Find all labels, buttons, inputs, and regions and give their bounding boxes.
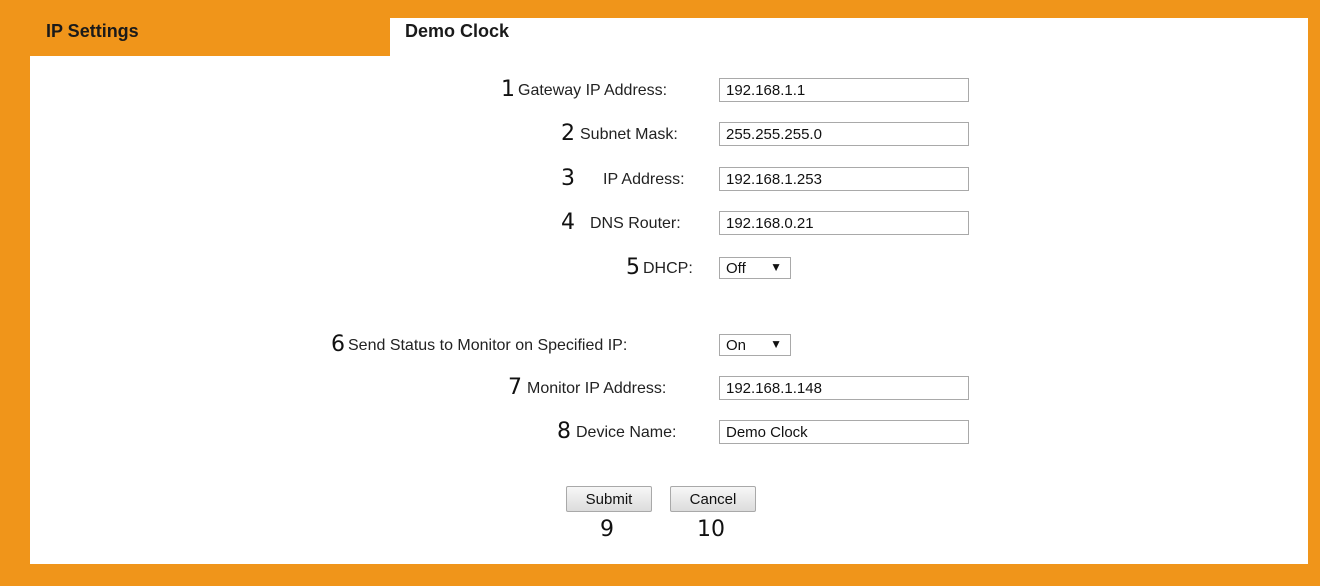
tab-demo-clock-label: Demo Clock [405, 21, 510, 41]
send-status-label: Send Status to Monitor on Specified IP: [348, 337, 628, 354]
ip-label: IP Address: [603, 171, 685, 188]
tab-ip-settings[interactable]: IP Settings [30, 18, 390, 56]
cancel-button[interactable]: Cancel [670, 486, 756, 512]
ip-number: 3 [561, 166, 575, 191]
dhcp-number: 5 [626, 255, 640, 280]
gateway-number: 1 [501, 77, 515, 102]
gateway-label: Gateway IP Address: [518, 82, 668, 99]
tab-ip-settings-label: IP Settings [46, 21, 139, 41]
cancel-number: 10 [697, 517, 725, 542]
subnet-label: Subnet Mask: [580, 126, 678, 143]
dns-number: 4 [561, 210, 575, 235]
ip-address-input[interactable] [719, 167, 969, 191]
device-name-input[interactable] [719, 420, 969, 444]
monitor-ip-number: 7 [508, 375, 522, 400]
device-name-label: Device Name: [576, 424, 677, 441]
device-name-number: 8 [557, 419, 571, 444]
dhcp-label: DHCP: [643, 260, 693, 277]
subnet-mask-input[interactable] [719, 122, 969, 146]
submit-number: 9 [600, 517, 614, 542]
ip-row: 3 IP Address: [30, 166, 1308, 195]
monitor-ip-label: Monitor IP Address: [527, 380, 667, 397]
send-status-number: 6 [331, 332, 345, 357]
send-status-row: 6 Send Status to Monitor on Specified IP… [30, 332, 1308, 361]
send-status-selected-value: On [726, 337, 747, 354]
dns-label: DNS Router: [590, 215, 681, 232]
button-row: Submit Cancel 9 10 [30, 486, 1308, 546]
dns-row: 4 DNS Router: [30, 210, 1308, 239]
dns-router-input[interactable] [719, 211, 969, 235]
chevron-down-icon: ▼ [770, 337, 782, 351]
monitor-ip-row: 7 Monitor IP Address: [30, 375, 1308, 404]
tab-demo-clock[interactable]: Demo Clock [390, 18, 1308, 56]
submit-button[interactable]: Submit [566, 486, 652, 512]
dhcp-select[interactable]: Off ▼ [719, 257, 791, 279]
dhcp-row: 5 DHCP: Off ▼ [30, 255, 1308, 284]
subnet-number: 2 [561, 121, 575, 146]
dhcp-selected-value: Off [726, 260, 746, 277]
gateway-row: 1 Gateway IP Address: [30, 77, 1308, 106]
subnet-row: 2 Subnet Mask: [30, 121, 1308, 150]
chevron-down-icon: ▼ [770, 260, 782, 274]
monitor-ip-input[interactable] [719, 376, 969, 400]
device-name-row: 8 Device Name: [30, 419, 1308, 448]
gateway-ip-input[interactable] [719, 78, 969, 102]
send-status-select[interactable]: On ▼ [719, 334, 791, 356]
settings-panel: 1 Gateway IP Address: 2 Subnet Mask: 3 I… [30, 56, 1308, 564]
